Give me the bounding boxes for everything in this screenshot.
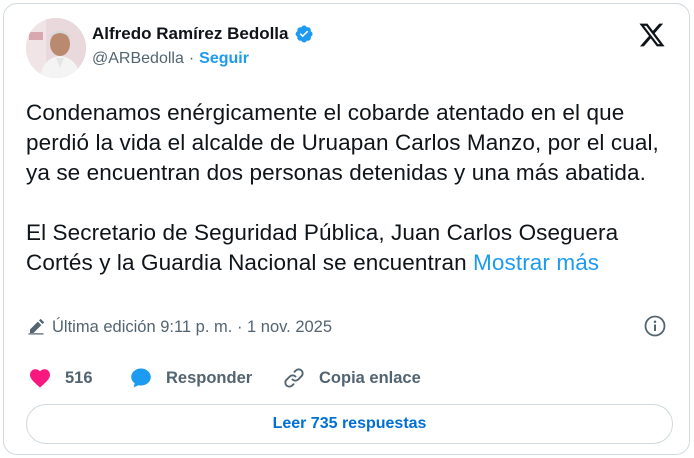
reply-label: Responder bbox=[166, 368, 253, 387]
tweet-paragraph-1: Condenamos enérgicamente el cobarde aten… bbox=[26, 100, 659, 185]
heart-icon bbox=[30, 369, 50, 388]
link-icon bbox=[284, 368, 304, 388]
info-icon[interactable] bbox=[643, 314, 667, 338]
like-count: 516 bbox=[65, 368, 93, 387]
x-logo-icon[interactable] bbox=[638, 21, 666, 49]
follow-button[interactable]: Seguir bbox=[199, 50, 249, 68]
separator-dot: · bbox=[188, 50, 195, 67]
tweet-actions: 516 Responder Copia enlace bbox=[28, 366, 421, 390]
tweet-paragraph-2: El Secretario de Seguridad Pública, Juan… bbox=[26, 218, 676, 278]
author-name[interactable]: Alfredo Ramírez Bedolla bbox=[92, 24, 289, 44]
pencil-icon bbox=[26, 317, 46, 337]
tweet-meta: Última edición 9:11 p. m. · 1 nov. 2025 bbox=[26, 314, 667, 338]
show-more-link[interactable]: Mostrar más bbox=[473, 250, 599, 275]
read-replies-button[interactable]: Leer 735 respuestas bbox=[26, 404, 673, 444]
author-handle[interactable]: @ARBedolla bbox=[92, 50, 184, 68]
copy-link-button[interactable]: Copia enlace bbox=[282, 366, 421, 390]
copy-link-label: Copia enlace bbox=[319, 368, 421, 387]
reply-button[interactable]: Responder bbox=[129, 366, 282, 390]
edited-timestamp[interactable]: Última edición 9:11 p. m. · 1 nov. 2025 bbox=[52, 318, 332, 337]
tweet-embed-card: Alfredo Ramírez Bedolla @ARBedolla · Seg… bbox=[3, 3, 690, 455]
tweet-text: Condenamos enérgicamente el cobarde aten… bbox=[26, 98, 676, 278]
avatar[interactable] bbox=[26, 18, 86, 78]
author-block: Alfredo Ramírez Bedolla @ARBedolla · Seg… bbox=[92, 24, 314, 68]
like-button[interactable]: 516 bbox=[28, 366, 128, 390]
speech-bubble-icon bbox=[131, 368, 151, 388]
verified-badge-icon bbox=[294, 24, 314, 44]
